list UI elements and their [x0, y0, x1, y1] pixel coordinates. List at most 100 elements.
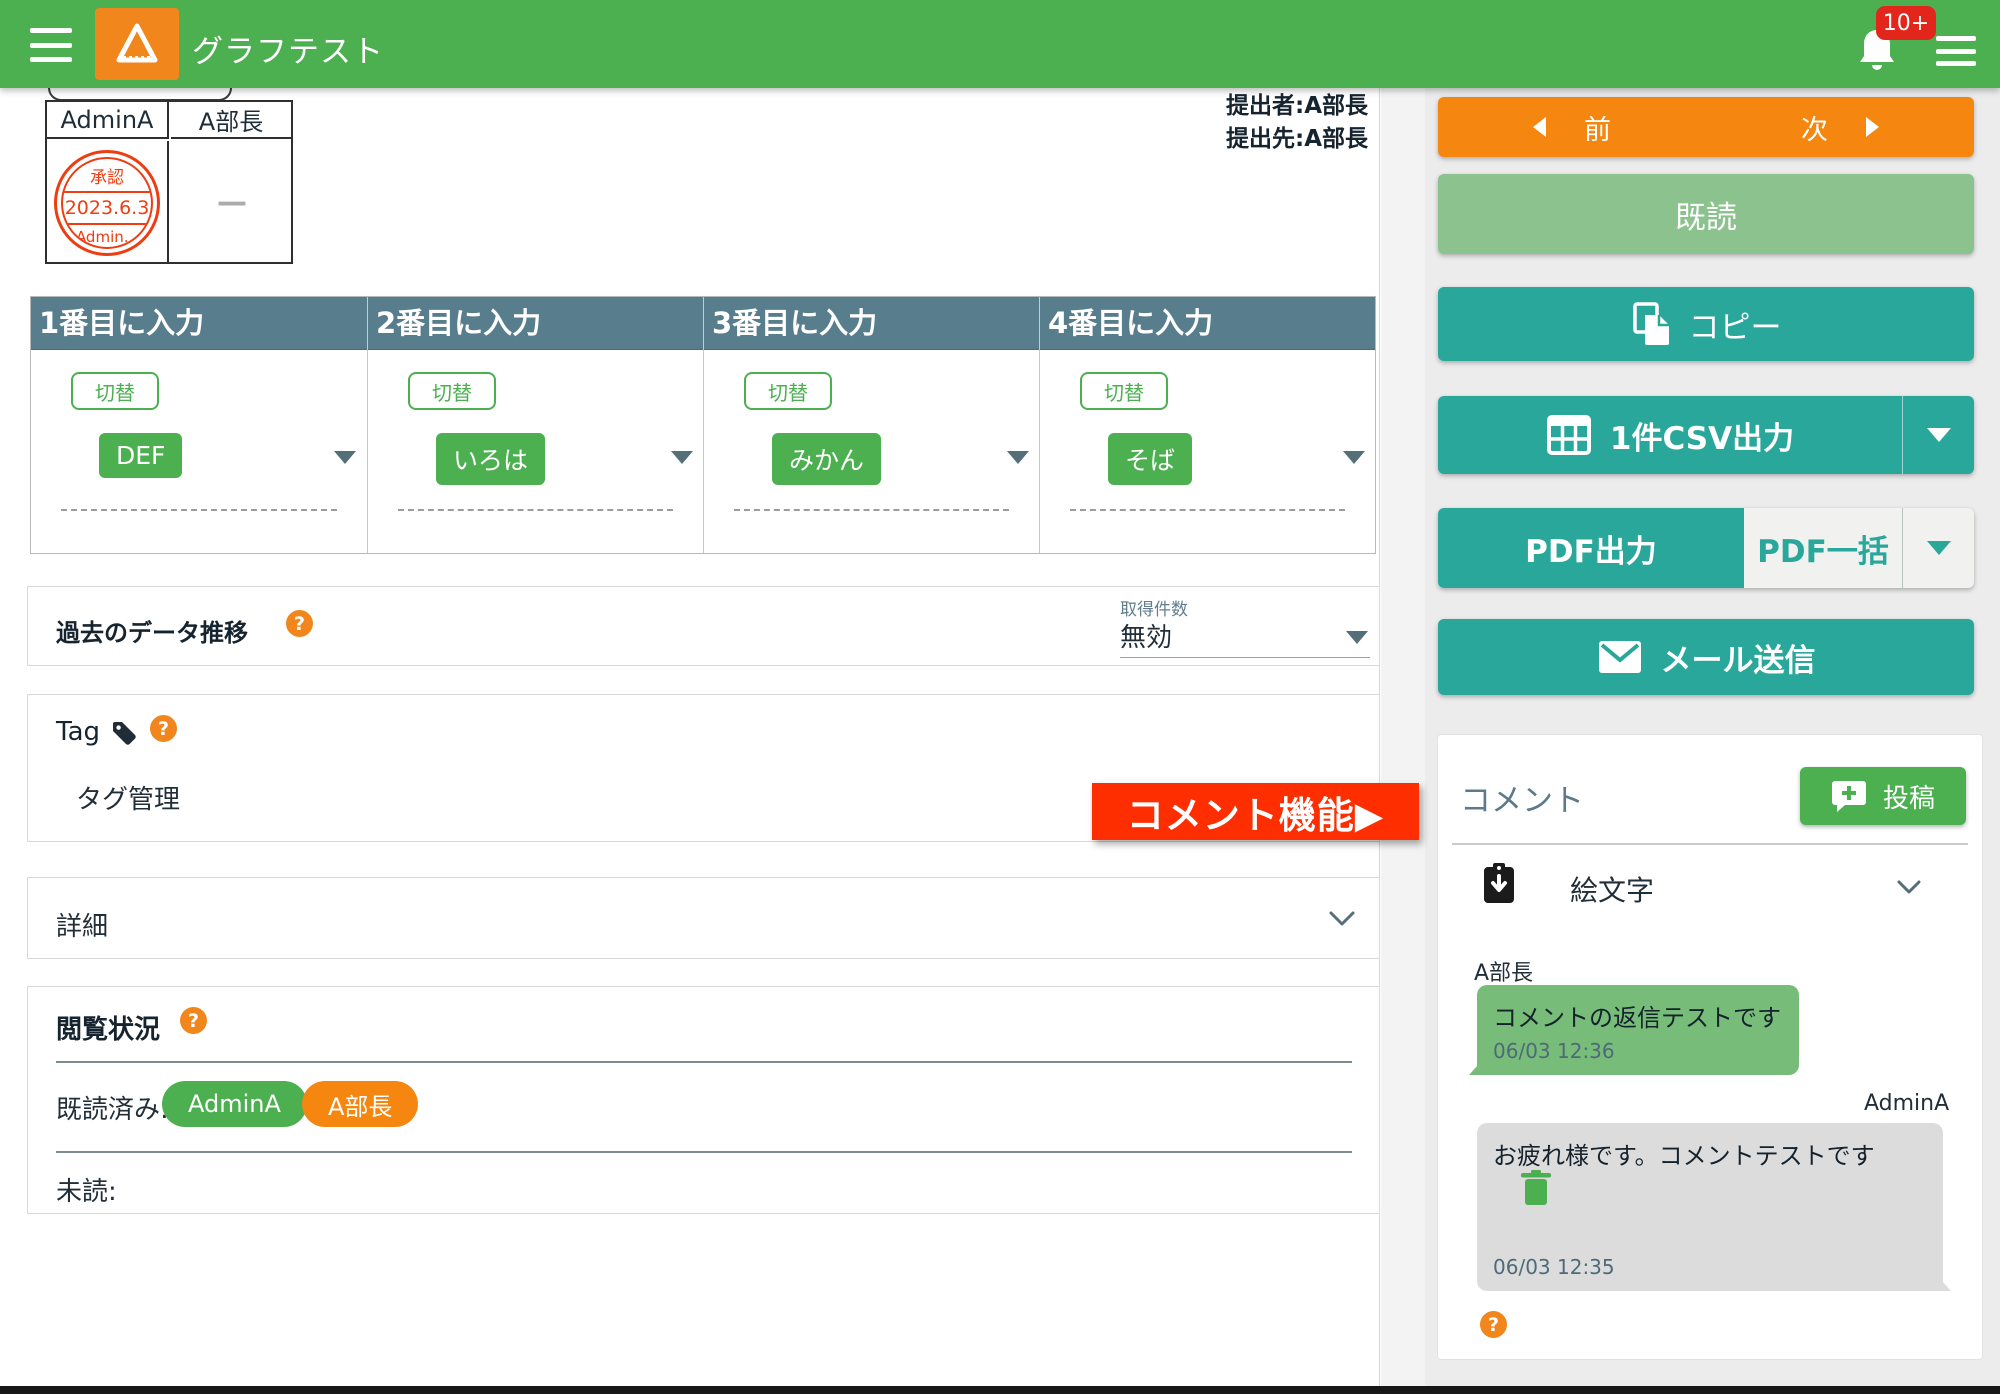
message-plus-icon	[1831, 779, 1867, 813]
triangle-logo-icon	[111, 18, 163, 70]
csv-export-split-button: 1件CSV出力	[1438, 396, 1974, 474]
input-column-1: 1番目に入力 切替 DEF	[31, 297, 367, 553]
view-status-title: 閲覧状況	[56, 1009, 160, 1046]
delete-comment-icon[interactable]	[1519, 1169, 1553, 1207]
prev-label: 前	[1584, 108, 1611, 147]
comment-author: A部長	[1474, 955, 1533, 987]
content-gutter	[1381, 88, 1425, 1386]
divider	[56, 1151, 1352, 1153]
copy-label: コピー	[1689, 302, 1782, 347]
divider	[1452, 843, 1968, 845]
send-mail-button[interactable]: メール送信	[1438, 619, 1974, 695]
post-label: 投稿	[1883, 778, 1935, 815]
toggle-button[interactable]: 切替	[408, 372, 496, 410]
pdf-dropdown-toggle[interactable]	[1902, 508, 1974, 588]
selected-value-chip: いろは	[436, 433, 545, 485]
empty-stamp-mark: —	[217, 185, 245, 220]
tag-title: Tag	[56, 717, 100, 747]
mark-read-button[interactable]: 既読	[1438, 174, 1974, 254]
approval-table: AdminA A部長 承認 2023.6.3 Admin... —	[45, 100, 293, 264]
csv-export-button[interactable]: 1件CSV出力	[1438, 396, 1902, 474]
column-header: 2番目に入力	[368, 297, 703, 350]
next-button[interactable]: 次	[1706, 108, 1974, 147]
comment-time: 06/03 12:35	[1477, 1249, 1631, 1291]
input-column-3: 3番目に入力 切替 みかん	[703, 297, 1039, 553]
next-label: 次	[1801, 108, 1828, 147]
help-icon[interactable]: ?	[150, 715, 177, 742]
column-header: 3番目に入力	[704, 297, 1039, 350]
selected-value-chip: みかん	[772, 433, 881, 485]
comment-text: コメントの返信テストです	[1477, 985, 1799, 1033]
menu-hamburger-icon[interactable]	[30, 28, 72, 62]
comment-author: AdminA	[1864, 1091, 1949, 1116]
csv-dropdown-toggle[interactable]	[1902, 396, 1974, 474]
copy-button[interactable]: コピー	[1438, 287, 1974, 361]
dropdown-arrow-icon	[1346, 631, 1368, 644]
comment-time: 06/03 12:36	[1477, 1033, 1799, 1075]
detail-expander[interactable]: 詳細	[27, 877, 1380, 959]
overflow-hamburger-icon[interactable]	[1936, 36, 1976, 66]
app-header: グラフテスト	[0, 0, 2000, 88]
toggle-button[interactable]: 切替	[744, 372, 832, 410]
mail-label: メール送信	[1661, 635, 1816, 680]
csv-label: 1件CSV出力	[1610, 413, 1794, 458]
arrow-right-icon	[1866, 117, 1879, 137]
value-select[interactable]: DEF	[71, 433, 331, 481]
column-header: 4番目に入力	[1040, 297, 1375, 350]
toggle-button[interactable]: 切替	[1080, 372, 1168, 410]
selected-value-chip: DEF	[99, 433, 182, 478]
approval-stamp: 承認 2023.6.3 Admin...	[54, 150, 160, 256]
unread-users-label: 未読:	[56, 1171, 117, 1208]
pdf-batch-button[interactable]: PDF一括	[1744, 508, 1902, 588]
dropdown-arrow-icon	[334, 451, 356, 464]
tag-icon	[110, 719, 138, 747]
view-status-panel: 閲覧状況 ? 既読済み: AdminA A部長 未読:	[27, 986, 1380, 1214]
destination-text: 提出先:A部長	[1000, 123, 1368, 156]
approval-column-header: AdminA	[47, 102, 169, 139]
help-icon[interactable]: ?	[1480, 1311, 1507, 1338]
selected-value-chip: そば	[1108, 433, 1192, 485]
app-logo[interactable]	[95, 8, 179, 80]
page-title: グラフテスト	[192, 26, 384, 71]
toggle-button[interactable]: 切替	[71, 372, 159, 410]
submitter-text: 提出者:A部長	[1000, 90, 1368, 123]
value-select[interactable]: そば	[1080, 433, 1340, 481]
input-column-4: 4番目に入力 切替 そば	[1039, 297, 1375, 553]
page: グラフテスト 10+ AdminA A部長 承認 2023.6.3 Admin.…	[0, 0, 2000, 1394]
history-panel: 過去のデータ推移 ? 取得件数 無効	[27, 586, 1380, 666]
comment-bubble: コメントの返信テストです 06/03 12:36	[1477, 985, 1799, 1075]
post-comment-button[interactable]: 投稿	[1800, 767, 1966, 825]
column-header: 1番目に入力	[31, 297, 367, 350]
dropdown-arrow-icon	[1007, 451, 1029, 464]
emoji-expander[interactable]: 絵文字	[1570, 869, 1654, 909]
clipboard-paste-icon[interactable]	[1481, 861, 1517, 905]
dropdown-arrow-icon	[1927, 541, 1951, 555]
pdf-split-button: PDF出力 PDF一括	[1438, 508, 1974, 588]
select-underline	[734, 509, 1009, 511]
comment-title: コメント	[1460, 775, 1584, 820]
pdf-export-button[interactable]: PDF出力	[1438, 508, 1744, 588]
select-underline	[398, 509, 673, 511]
chevron-down-icon[interactable]	[1896, 879, 1922, 895]
mail-icon	[1597, 639, 1643, 675]
help-icon[interactable]: ?	[180, 1007, 207, 1034]
tag-manage-link[interactable]: タグ管理	[76, 779, 180, 816]
comment-bubble: お疲れ様です。コメントテストです 06/03 12:35	[1477, 1123, 1943, 1291]
read-user-pill: AdminA	[162, 1081, 307, 1127]
history-title: 過去のデータ推移	[56, 613, 248, 648]
prev-next-navigation: 前 次	[1438, 97, 1974, 157]
prev-button[interactable]: 前	[1438, 108, 1706, 147]
stamp-status: 承認	[63, 161, 151, 191]
select-underline	[1120, 657, 1370, 658]
fetch-count-select[interactable]: 無効	[1120, 617, 1172, 654]
read-users-label: 既読済み:	[56, 1089, 169, 1126]
dropdown-arrow-icon	[671, 451, 693, 464]
dropdown-arrow-icon	[1343, 451, 1365, 464]
value-select[interactable]: いろは	[408, 433, 668, 481]
arrow-left-icon	[1533, 117, 1546, 137]
read-user-pill: A部長	[302, 1081, 418, 1127]
approval-empty-cell: —	[171, 141, 291, 264]
value-select[interactable]: みかん	[744, 433, 1004, 481]
help-icon[interactable]: ?	[286, 610, 313, 637]
stamp-user: Admin...	[63, 225, 151, 246]
